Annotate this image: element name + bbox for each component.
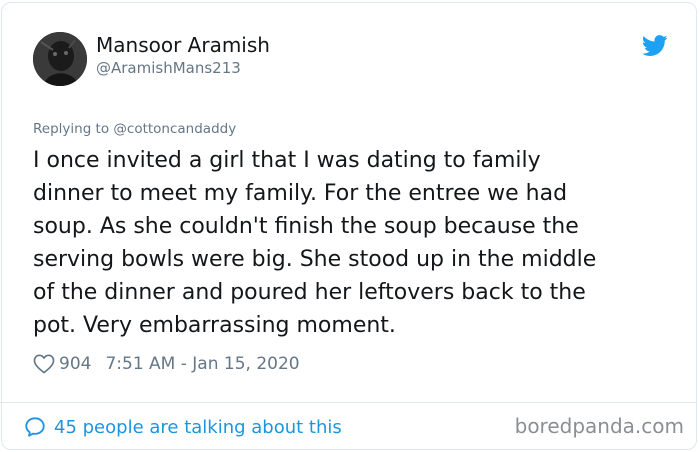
tweet-line: serving bowls were big. She stood up in … bbox=[33, 247, 597, 272]
reply-to-handle[interactable]: @cottoncandaddy bbox=[113, 121, 236, 137]
display-name[interactable]: Mansoor Aramish bbox=[96, 33, 270, 57]
watermark: boredpanda.com bbox=[514, 414, 684, 438]
reply-context: Replying to @cottoncandaddy bbox=[33, 121, 236, 137]
tweet-line: I once invited a girl that I was dating … bbox=[33, 148, 541, 173]
conversation-label[interactable]: 45 people are talking about this bbox=[54, 417, 342, 438]
twitter-bird-icon[interactable] bbox=[642, 35, 668, 57]
tweet-line: of the dinner and poured her leftovers b… bbox=[33, 280, 586, 305]
conversation-link[interactable]: 45 people are talking about this bbox=[24, 413, 342, 441]
heart-icon[interactable] bbox=[33, 354, 55, 374]
tweet-timestamp[interactable]: 7:51 AM - Jan 15, 2020 bbox=[105, 354, 299, 374]
divider bbox=[0, 402, 696, 403]
tweet-line: soup. As she couldn't finish the soup be… bbox=[33, 214, 579, 239]
reply-prefix: Replying to bbox=[33, 121, 110, 137]
tweet-line: pot. Very embarrassing moment. bbox=[33, 313, 396, 338]
like-count[interactable]: 904 bbox=[59, 354, 91, 374]
tweet-text: I once invited a girl that I was dating … bbox=[33, 144, 673, 342]
tweet-meta: 904 7:51 AM - Jan 15, 2020 bbox=[33, 351, 300, 377]
tweet-line: dinner to meet my family. For the entree… bbox=[33, 181, 568, 206]
user-handle[interactable]: @AramishMans213 bbox=[96, 59, 241, 77]
avatar[interactable] bbox=[33, 32, 87, 86]
speech-bubble-icon bbox=[25, 417, 45, 437]
